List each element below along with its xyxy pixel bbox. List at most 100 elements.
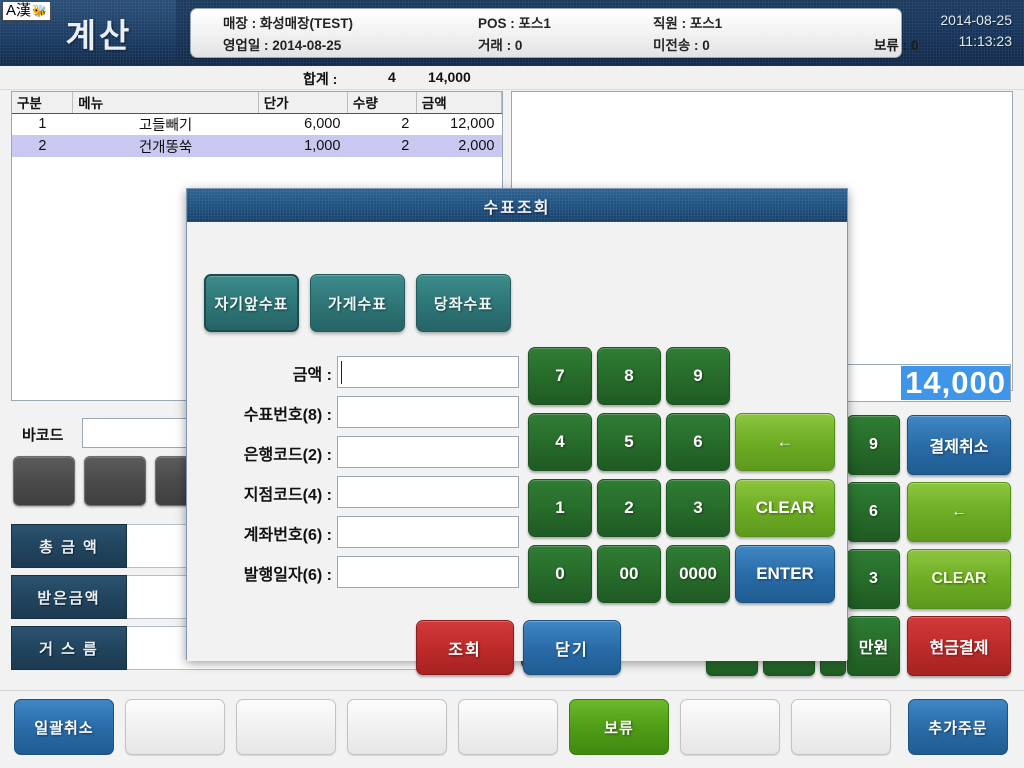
change-amount-label: 거 스 름 [11,626,127,670]
top-header-bar: 계산 A漢 🐝 매장 : 화성매장(TEST) POS : 포스1 직원 : 포… [0,0,1024,66]
business-date-label: 영업일 : 2014-08-25 [223,38,342,53]
tab-cashiers-check[interactable]: 자기앞수표 [204,274,299,332]
branch-code-input[interactable] [337,476,519,508]
bottom-button-8[interactable] [680,699,780,755]
cell-gubun: 1 [38,116,47,133]
cancel-payment-button[interactable]: 결제취소 [907,415,1011,475]
ime-indicator[interactable]: A漢 🐝 [2,1,51,21]
pos-label: POS : 포스1 [478,16,551,31]
hold-count-label: 보류 : 0 [874,38,919,53]
ime-mode-label: A漢 [6,2,32,19]
cell-qty: 2 [401,116,410,133]
dialog-backspace-button[interactable]: ← [735,413,835,471]
session-info-panel: 매장 : 화성매장(TEST) POS : 포스1 직원 : 포스1 영업일 :… [190,8,902,58]
col-header-qty: 수량 [347,92,417,114]
field-row-bank-code: 은행코드(2) : [187,436,519,470]
dialog-key-1[interactable]: 1 [528,479,592,537]
cell-menu: 건개똥쑥 [72,135,259,157]
deal-count-label: 거래 : 0 [478,38,523,53]
dialog-title: 수표조회 [483,199,551,217]
summary-total-qty: 4 [388,69,396,85]
summary-total-amount: 14,000 [428,69,471,85]
cell-menu: 고들빼기 [138,117,193,134]
received-amount-label: 받은금액 [11,575,127,619]
bottom-button-5[interactable] [458,699,558,755]
barcode-label: 바코드 [22,427,64,444]
total-amount-label: 총 금 액 [11,524,127,568]
clock: 2014-08-25 11:13:23 [908,10,1012,52]
cell-amount: 12,000 [450,116,495,133]
dialog-key-0000[interactable]: 0000 [666,545,730,603]
col-header-price: 단가 [258,92,348,114]
check-inquiry-dialog: 수표조회 자기앞수표 가게수표 당좌수표 금액 : 수표번호(8) : 은행코드… [186,188,848,675]
dialog-key-4[interactable]: 4 [528,413,592,471]
summary-total-label: 합계 : [303,71,338,87]
dialog-search-button[interactable]: 조회 [416,620,514,675]
store-label: 매장 : 화성매장(TEST) [223,16,354,31]
staff-label: 직원 : 포스1 [653,16,723,31]
dialog-key-7[interactable]: 7 [528,347,592,405]
field-label-bank-code: 은행코드(2) : [243,447,332,464]
field-row-amount: 금액 : [187,356,519,390]
dialog-title-bar: 수표조회 [187,189,847,222]
field-label-issue-date: 발행일자(6) : [243,567,332,584]
bulk-cancel-button[interactable]: 일괄취소 [14,699,114,755]
check-number-input[interactable] [337,396,519,428]
keypad-digit-6[interactable]: 6 [847,482,900,542]
additional-order-button[interactable]: 추가주문 [908,699,1008,755]
bottom-button-2[interactable] [125,699,225,755]
tab-store-check[interactable]: 가게수표 [310,274,405,332]
order-table-header-row: 구분 메뉴 단가 수량 금액 [12,92,503,114]
dialog-key-8[interactable]: 8 [597,347,661,405]
field-label-branch-code: 지점코드(4) : [243,487,332,504]
col-header-menu: 메뉴 [72,92,259,114]
tab-current-check[interactable]: 당좌수표 [416,274,511,332]
bottom-button-4[interactable] [347,699,447,755]
dialog-enter-button[interactable]: ENTER [735,545,835,603]
dialog-body: 자기앞수표 가게수표 당좌수표 금액 : 수표번호(8) : 은행코드(2) :… [187,222,847,675]
amount-input[interactable] [337,356,519,388]
field-row-branch-code: 지점코드(4) : [187,476,519,510]
bottom-button-3[interactable] [236,699,336,755]
clock-time: 11:13:23 [958,33,1012,49]
function-button-2[interactable] [84,456,146,506]
dialog-clear-button[interactable]: CLEAR [735,479,835,537]
issue-date-input[interactable] [337,556,519,588]
field-label-check-number: 수표번호(8) : [243,407,332,424]
order-summary-row: 합계 : 4 14,000 [0,66,1024,90]
keypad-digit-3[interactable]: 3 [847,549,900,609]
col-header-amount: 금액 [416,92,503,114]
dialog-key-00[interactable]: 00 [597,545,661,603]
table-row[interactable]: 2 건개똥쑥 1,000 2 2,000 [12,135,502,157]
field-row-issue-date: 발행일자(6) : [187,556,519,590]
account-number-input[interactable] [337,516,519,548]
field-label-account-number: 계좌번호(6) : [243,527,332,544]
dialog-key-9[interactable]: 9 [666,347,730,405]
keypad-digit-9[interactable]: 9 [847,415,900,475]
bank-code-input[interactable] [337,436,519,468]
hold-button[interactable]: 보류 [569,699,669,755]
dialog-key-3[interactable]: 3 [666,479,730,537]
amount-display-value: 14,000 [901,366,1010,400]
dialog-key-2[interactable]: 2 [597,479,661,537]
cash-payment-button[interactable]: 현금결제 [907,616,1011,676]
untransmitted-count-label: 미전송 : 0 [653,38,710,53]
dialog-key-6[interactable]: 6 [666,413,730,471]
cell-gubun: 2 [12,135,73,157]
pos-screen: 계산 A漢 🐝 매장 : 화성매장(TEST) POS : 포스1 직원 : 포… [0,0,1024,768]
bottom-toolbar: 일괄취소 보류 추가주문 [0,690,1024,768]
field-row-check-number: 수표번호(8) : [187,396,519,430]
bottom-button-9[interactable] [791,699,891,755]
clock-date: 2014-08-25 [940,12,1012,28]
dialog-close-button[interactable]: 닫기 [523,620,621,675]
function-button-1[interactable] [13,456,75,506]
table-row[interactable]: 1 고들빼기 6,000 2 12,000 [12,113,502,135]
dialog-key-5[interactable]: 5 [597,413,661,471]
page-title: 계산 [65,17,133,54]
dialog-key-0[interactable]: 0 [528,545,592,603]
field-label-amount: 금액 : [292,367,332,384]
clear-button[interactable]: CLEAR [907,549,1011,609]
field-row-account-number: 계좌번호(6) : [187,516,519,550]
keypad-tenthousand[interactable]: 만원 [847,616,900,676]
backspace-button[interactable]: ← [907,482,1011,542]
